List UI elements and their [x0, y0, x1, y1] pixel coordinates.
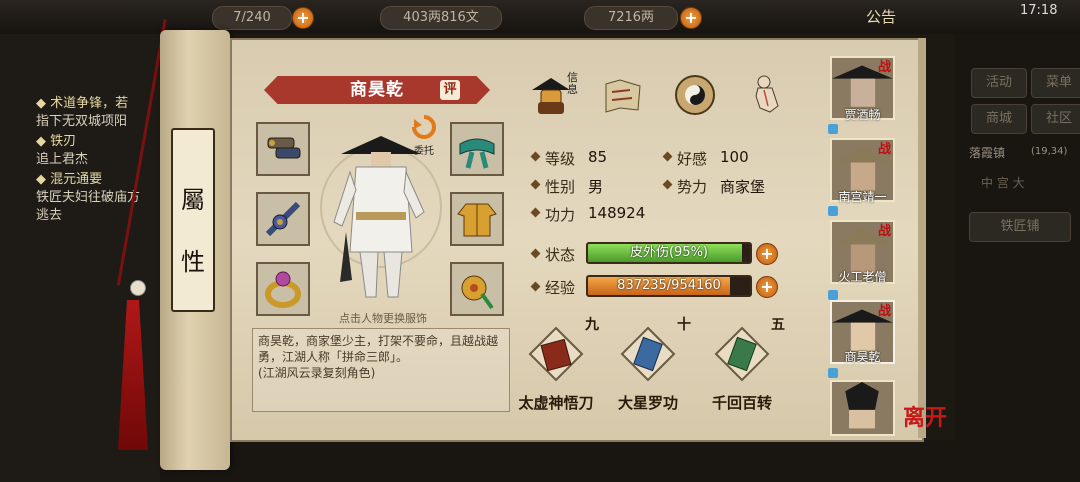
area-tab[interactable]: 中 宫 大 — [981, 174, 1025, 191]
add-stamina-button[interactable]: + — [292, 7, 314, 29]
level-badge-icon — [828, 124, 838, 134]
outfit-hint: 点击人物更换服饰 — [339, 312, 427, 325]
bottom-nav — [160, 440, 955, 482]
quest-title[interactable]: ◆ 混元通要 — [36, 168, 102, 187]
level-badge-icon — [828, 290, 838, 300]
tab-char: 屬 — [181, 186, 205, 214]
exp-bar: 837235/954160 — [586, 275, 752, 297]
skill-level: 十 — [677, 317, 691, 333]
level-label: 等级 — [545, 150, 576, 168]
skill-level: 五 — [771, 317, 785, 333]
heal-button[interactable]: + — [756, 243, 778, 265]
belt-icon — [459, 138, 495, 169]
battle-tag: 战 — [878, 304, 892, 319]
equip-slot-belt[interactable] — [450, 122, 504, 176]
roster-name: 商昊乾 — [844, 350, 881, 364]
quest-desc: 逃去 — [36, 208, 63, 223]
skill-name: 太虚神悟刀 — [518, 394, 594, 412]
skill-name: 大星罗功 — [617, 394, 678, 412]
status-label: 状态 — [545, 246, 576, 264]
bagua-icon[interactable] — [672, 72, 718, 118]
battle-tag: 战 — [878, 142, 892, 157]
activity-button[interactable]: 活动 — [971, 68, 1027, 98]
silver-counter: 7216两 — [584, 6, 678, 30]
clock: 17:18 — [1020, 3, 1058, 18]
faction-value: 商家堡 — [720, 178, 766, 196]
map-icon[interactable] — [600, 72, 646, 118]
add-exp-button[interactable]: + — [756, 276, 778, 298]
menu-button[interactable]: 菜单 — [1031, 68, 1080, 98]
add-silver-button[interactable]: + — [680, 7, 702, 29]
quest-desc: 铁匠夫妇往破庙方 — [36, 190, 141, 205]
announcement-button[interactable]: 公告 — [866, 6, 896, 27]
stamina-counter: 7/240 — [212, 6, 292, 30]
battle-tag: 战 — [878, 60, 892, 75]
equip-slot-gauntlet[interactable] — [256, 122, 310, 176]
equip-slot-weapon[interactable] — [256, 192, 310, 246]
meridian-icon[interactable] — [744, 72, 790, 118]
gender-value: 男 — [588, 178, 604, 196]
equip-slot-armor[interactable] — [450, 192, 504, 246]
exp-text: 837235/954160 — [617, 278, 721, 293]
battle-tag: 战 — [878, 224, 892, 239]
quest-title[interactable]: ◆ 术道争锋，若 — [36, 92, 128, 111]
roster-name: 南宫靖一 — [838, 190, 887, 204]
equip-slot-pendant[interactable] — [450, 262, 504, 316]
power-value: 148924 — [588, 204, 646, 222]
character-note: (江湖风云录复刻角色) — [258, 366, 376, 380]
weapon-icon — [265, 201, 301, 237]
community-button[interactable]: 社区 — [1031, 104, 1080, 134]
ring-icon — [265, 271, 301, 308]
side-menu: 活动 菜单 商城 社区 落霞镇 (19,34) 中 宫 大 铁匠铺 — [955, 34, 1080, 482]
faction-label: 势力 — [677, 178, 708, 196]
level-value: 85 — [588, 148, 608, 166]
smithy-button[interactable]: 铁匠铺 — [969, 212, 1071, 242]
skill-name: 千回百转 — [711, 394, 772, 412]
pendant-icon — [461, 275, 494, 310]
gender-label: 性别 — [545, 178, 576, 196]
info-label: 信息 — [567, 71, 578, 96]
location-coords: (19,34) — [1031, 146, 1068, 157]
gauntlet-icon — [267, 137, 301, 159]
attributes-tab-label: 屬 性 — [171, 128, 215, 312]
favor-value: 100 — [720, 148, 749, 166]
entrust-label: 委托 — [414, 146, 434, 157]
quest-desc: 追上君杰 — [36, 152, 89, 167]
exp-label: 经验 — [545, 279, 576, 297]
level-badge-icon — [828, 206, 838, 216]
location-name: 落霞镇 — [969, 146, 1006, 160]
tab-char: 性 — [181, 248, 205, 276]
status-bar: 皮外伤(95%) — [586, 242, 752, 264]
tassel-bead — [130, 280, 146, 296]
armor-icon — [457, 203, 497, 237]
rate-button[interactable]: 评 — [440, 80, 460, 100]
quest-title[interactable]: ◆ 铁刃 — [36, 130, 76, 149]
shop-button[interactable]: 商城 — [971, 104, 1027, 134]
roster-portrait[interactable] — [830, 380, 895, 436]
money-counter: 403两816文 — [380, 6, 502, 30]
roster-name: 火工老僧 — [838, 270, 887, 284]
skill-book-icon[interactable] — [714, 326, 770, 382]
panel-edge — [918, 38, 926, 438]
skill-book-icon[interactable] — [528, 326, 584, 382]
leave-button[interactable]: 离开 — [903, 400, 947, 432]
status-text: 皮外伤(95%) — [629, 245, 709, 260]
roster-name: 贾酒畅 — [844, 108, 881, 122]
skill-book-icon[interactable] — [620, 326, 676, 382]
level-badge-icon — [828, 368, 838, 378]
skill-level: 九 — [585, 317, 599, 333]
character-description: 商昊乾，商家堡少主，打架不要命，且越战越勇，江湖人称「拼命三郎」。 — [258, 334, 499, 364]
favor-label: 好感 — [677, 150, 708, 168]
equip-slot-ring[interactable] — [256, 262, 310, 316]
power-label: 功力 — [545, 206, 576, 224]
quest-desc: 指下无双城项阳 — [36, 114, 128, 129]
